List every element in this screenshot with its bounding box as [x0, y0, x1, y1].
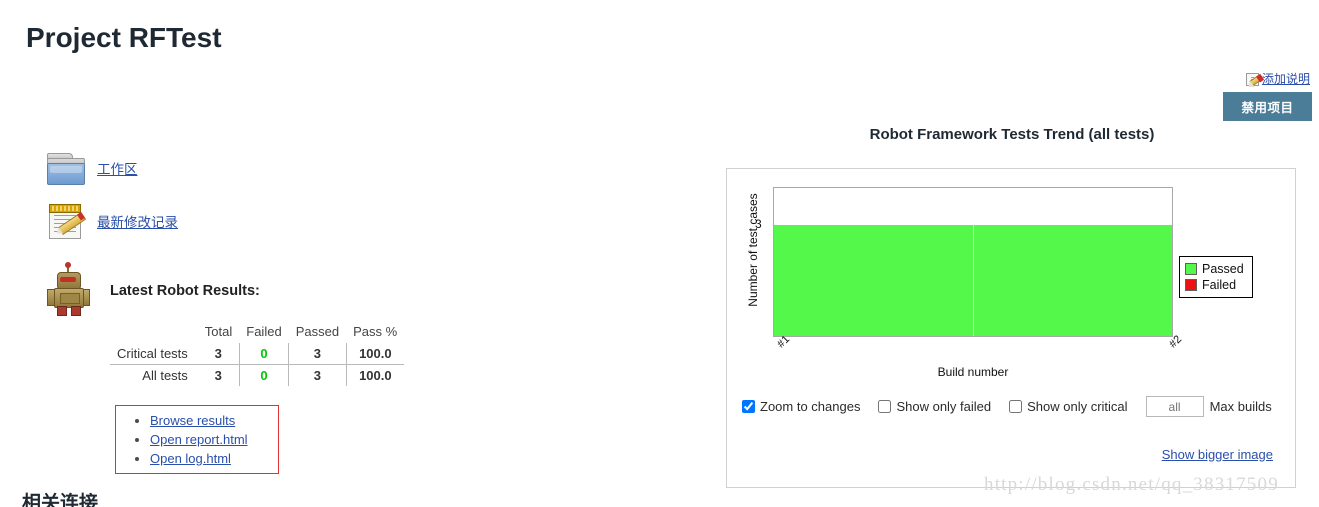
edit-note-icon [1245, 72, 1264, 86]
critical-total: 3 [197, 343, 240, 365]
results-col-pass-pct: Pass % [353, 324, 398, 339]
chart-controls: Zoom to changes Show only failed Show on… [742, 396, 1272, 417]
table-row: Critical tests 3 0 3 100.0 [110, 343, 405, 365]
robot-icon [46, 262, 90, 316]
robot-trend-chart-panel: Number of test cases 3 #1 #2 Build numbe… [726, 168, 1296, 488]
max-builds-input[interactable] [1145, 396, 1204, 417]
y-tick-label: 3 [755, 216, 762, 231]
y-axis-label: Number of test cases [746, 193, 760, 307]
legend-entry-failed: Failed [1185, 277, 1244, 293]
passed-series-area [774, 225, 1172, 336]
zoom-to-changes-label: Zoom to changes [760, 399, 861, 414]
list-item: Open log.html [150, 449, 276, 468]
legend-label-passed: Passed [1202, 262, 1244, 276]
disable-project-label: 禁用项目 [1241, 101, 1294, 115]
add-description-link[interactable]: 添加说明 [1245, 70, 1310, 87]
chart-title: Robot Framework Tests Trend (all tests) [869, 126, 1155, 143]
notepad-rings [49, 204, 81, 213]
watermark-text: http://blog.csdn.net/qq_38317509 [984, 474, 1279, 495]
workspace-link-label[interactable]: 工作区 [97, 158, 138, 178]
results-header-row: Total Failed Passed Pass % [110, 323, 404, 343]
open-log-link[interactable]: Open log.html [150, 451, 231, 466]
notepad-pencil-icon [46, 203, 87, 239]
zoom-to-changes-control[interactable]: Zoom to changes [742, 399, 860, 414]
workspace-link-row[interactable]: 工作区 [46, 151, 138, 185]
chart-figure: Number of test cases 3 #1 #2 Build numbe… [727, 169, 1297, 384]
add-description-label[interactable]: 添加说明 [1262, 70, 1310, 87]
x-axis-label: Build number [937, 365, 1009, 379]
max-builds-group: Max builds [1145, 396, 1272, 417]
browse-results-link[interactable]: Browse results [150, 413, 235, 428]
results-links-box: Browse results Open report.html Open log… [115, 405, 279, 474]
zoom-to-changes-checkbox[interactable] [742, 400, 755, 413]
page-title: Project RFTest [26, 22, 222, 53]
critical-pass-pct: 100.0 [345, 343, 405, 365]
legend-swatch-passed [1185, 263, 1197, 275]
results-col-failed: Failed [246, 324, 282, 339]
related-links-heading: 相关连接 [22, 493, 99, 507]
all-failed: 0 [238, 364, 289, 386]
show-only-critical-control[interactable]: Show only critical [1009, 399, 1128, 414]
results-table-body: Critical tests 3 0 3 100.0 All tests 3 0… [110, 343, 405, 386]
critical-failed: 0 [238, 343, 289, 365]
project-page: Project RFTest 添加说明 禁用项目 工作区 最新修改记录 Late… [0, 0, 1319, 507]
show-only-critical-checkbox[interactable] [1009, 400, 1023, 413]
show-only-failed-label: Show only failed [896, 399, 992, 414]
all-passed: 3 [288, 364, 347, 386]
disable-project-button[interactable]: 禁用项目 [1223, 92, 1312, 121]
results-col-passed: Passed [295, 324, 340, 339]
results-corner-cell [110, 323, 198, 343]
latest-robot-results-heading: Latest Robot Results: [110, 283, 260, 299]
list-item: Open report.html [150, 430, 276, 449]
show-only-failed-checkbox[interactable] [878, 400, 892, 413]
folder-icon [46, 151, 86, 185]
recent-changes-link-label[interactable]: 最新修改记录 [97, 211, 178, 231]
show-bigger-image-link[interactable]: Show bigger image [1162, 447, 1273, 462]
table-row: All tests 3 0 3 100.0 [110, 364, 405, 386]
results-links-list: Browse results Open report.html Open log… [116, 411, 276, 468]
chart-legend: Passed Failed [1179, 256, 1253, 298]
legend-entry-passed: Passed [1185, 261, 1244, 277]
critical-passed: 3 [288, 343, 347, 365]
recent-changes-link-row[interactable]: 最新修改记录 [46, 203, 178, 239]
open-report-link[interactable]: Open report.html [150, 432, 248, 447]
list-item: Browse results [150, 411, 276, 430]
show-only-failed-control[interactable]: Show only failed [878, 399, 991, 414]
legend-label-failed: Failed [1202, 278, 1237, 292]
plot-area [773, 187, 1173, 337]
show-only-critical-label: Show only critical [1027, 399, 1128, 414]
row-label-critical: Critical tests [110, 343, 198, 365]
results-col-total: Total [204, 324, 233, 339]
results-table-head: Total Failed Passed Pass % [110, 323, 404, 343]
row-label-all: All tests [142, 368, 188, 383]
all-total: 3 [214, 368, 222, 383]
legend-swatch-failed [1185, 279, 1197, 291]
robot-results-table: Total Failed Passed Pass % Critical test… [110, 323, 405, 386]
max-builds-label: Max builds [1209, 399, 1272, 414]
all-pass-pct: 100.0 [345, 364, 405, 386]
